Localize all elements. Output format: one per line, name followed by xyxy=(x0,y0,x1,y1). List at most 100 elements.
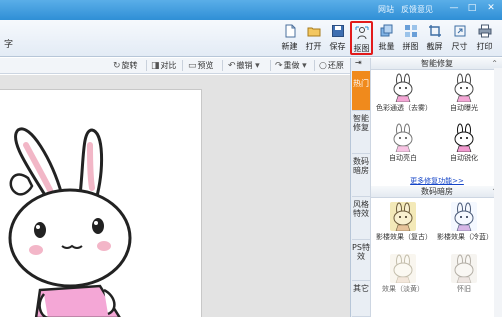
save-label: 保存 xyxy=(329,42,346,51)
tab-smart-repair[interactable]: 智能修复 xyxy=(352,112,370,154)
rotate-icon: ↻ xyxy=(113,61,121,71)
new-button[interactable]: 新建 xyxy=(278,21,301,55)
divider xyxy=(270,60,271,71)
effect-studio-vintage[interactable]: 影楼效果（复古） xyxy=(376,202,432,246)
compare-label: 对比 xyxy=(160,61,177,70)
effects-panel: 智能修复 ⌃ 色彩通透（去雾） 自动曝光 自动亮白 自动锐化 更多修复功能>> … xyxy=(370,58,502,317)
effect-thumbnail xyxy=(390,123,416,152)
print-button[interactable]: 打印 xyxy=(473,21,496,55)
effect-label: 自动锐化 xyxy=(450,154,478,162)
effect-auto-brighten[interactable]: 自动亮白 xyxy=(376,123,430,167)
chevron-down-icon[interactable]: ▾ xyxy=(255,61,260,71)
effect-label: 效果（淡黄） xyxy=(382,285,424,293)
compare-icon: ◨ xyxy=(151,61,160,71)
restore-label: 还原 xyxy=(327,61,344,70)
effect-thumbnail xyxy=(390,202,416,231)
tab-hot[interactable]: 热门 xyxy=(352,71,370,111)
title-bar: 网站 反馈意见 — □ ✕ xyxy=(0,0,502,20)
rotate-label: 旋转 xyxy=(121,61,138,70)
section-header-smart-repair[interactable]: 智能修复 ⌃ xyxy=(371,58,502,70)
cutout-label: 抠图 xyxy=(353,44,370,53)
preview-label: 预览 xyxy=(197,61,214,70)
effect-label: 色彩通透（去雾） xyxy=(376,104,432,112)
open-folder-icon xyxy=(307,27,320,37)
effect-label: 怀旧 xyxy=(457,285,471,293)
minimize-button[interactable]: — xyxy=(447,2,461,15)
cutout-icon xyxy=(355,26,368,40)
tab-other[interactable]: 其它 xyxy=(352,282,370,317)
effect-label: 自动亮白 xyxy=(389,154,417,162)
effect-nostalgia[interactable]: 怀旧 xyxy=(437,254,491,298)
batch-label: 批量 xyxy=(378,42,395,51)
compare-button[interactable]: ◨对比 xyxy=(151,60,177,71)
print-icon xyxy=(478,24,491,38)
divider xyxy=(146,60,147,71)
restore-icon: ○ xyxy=(319,61,327,71)
preview-icon: ▭ xyxy=(188,61,197,71)
collage-icon xyxy=(404,25,417,37)
website-link[interactable]: 网站 xyxy=(378,4,394,15)
effect-thumbnail xyxy=(451,123,477,152)
resize-icon xyxy=(454,25,465,37)
bunny-image xyxy=(8,127,132,317)
collage-label: 拼图 xyxy=(402,42,419,51)
divider xyxy=(314,60,315,71)
section-title: 智能修复 xyxy=(421,59,453,68)
new-label: 新建 xyxy=(281,42,298,51)
preview-button[interactable]: ▭预览 xyxy=(188,60,214,71)
effect-label: 自动曝光 xyxy=(450,104,478,112)
open-button[interactable]: 打开 xyxy=(302,21,325,55)
effect-auto-exposure[interactable]: 自动曝光 xyxy=(437,73,491,117)
rotate-button[interactable]: ↻旋转 xyxy=(113,60,138,71)
resize-label: 尺寸 xyxy=(451,42,468,51)
cutout-button[interactable]: 抠图 xyxy=(350,21,373,55)
chevron-down-icon[interactable]: ▾ xyxy=(302,61,307,71)
redo-button[interactable]: ↷重做 ▾ xyxy=(275,60,308,71)
effect-studio-cool-blue[interactable]: 影楼效果（冷蓝） xyxy=(437,202,493,246)
resize-button[interactable]: 尺寸 xyxy=(448,21,471,55)
more-repair-link[interactable]: 更多修复功能>> xyxy=(371,176,502,186)
batch-button[interactable]: 批量 xyxy=(375,21,398,55)
effect-label: 影楼效果（复古） xyxy=(376,233,432,241)
panel-scrollbar[interactable] xyxy=(494,68,502,317)
edit-toolbar: ↻旋转 ◨对比 ▭预览 ↶撤销 ▾ ↷重做 ▾ ○还原 xyxy=(0,58,350,74)
screenshot-icon xyxy=(428,25,441,37)
save-button[interactable]: 保存 xyxy=(326,21,349,55)
feedback-link[interactable]: 反馈意见 xyxy=(401,4,433,15)
effect-label: 影楼效果（冷蓝） xyxy=(437,233,493,241)
new-file-icon xyxy=(285,24,295,38)
ribbon-tab-fragment[interactable]: 字 xyxy=(4,37,13,50)
effect-defog[interactable]: 色彩通透（去雾） xyxy=(376,73,432,117)
effect-pale-yellow[interactable]: 效果（淡黄） xyxy=(376,254,430,298)
tab-digital-darkroom[interactable]: 数码暗房 xyxy=(352,155,370,197)
effect-thumbnail xyxy=(390,73,416,102)
collapse-arrow-icon[interactable]: ⇥ xyxy=(355,58,362,67)
print-label: 打印 xyxy=(476,42,493,51)
save-disk-icon xyxy=(331,25,344,37)
undo-label: 撤销 xyxy=(236,61,253,70)
effect-thumbnail xyxy=(451,254,477,283)
tab-ps-effects[interactable]: PS特效 xyxy=(352,241,370,281)
open-label: 打开 xyxy=(305,42,322,51)
canvas-area xyxy=(0,75,350,317)
divider xyxy=(182,60,183,71)
collage-button[interactable]: 拼图 xyxy=(399,21,422,55)
close-button[interactable]: ✕ xyxy=(484,2,498,15)
screenshot-button[interactable]: 截屏 xyxy=(423,21,446,55)
section-title: 数码暗房 xyxy=(421,187,453,196)
batch-icon xyxy=(380,24,392,37)
effect-thumbnail xyxy=(390,254,416,283)
redo-icon: ↷ xyxy=(275,61,283,71)
effect-thumbnail xyxy=(451,202,477,231)
maximize-button[interactable]: □ xyxy=(465,2,479,15)
restore-button[interactable]: ○还原 xyxy=(319,60,344,71)
redo-label: 重做 xyxy=(283,61,300,70)
effect-auto-sharpen[interactable]: 自动锐化 xyxy=(437,123,491,167)
image-canvas[interactable] xyxy=(0,89,202,317)
tab-style-effects[interactable]: 风格特效 xyxy=(352,198,370,240)
undo-icon: ↶ xyxy=(228,61,236,71)
effect-thumbnail xyxy=(451,73,477,102)
category-tabs: ⇥ 热门 智能修复 数码暗房 风格特效 PS特效 其它 xyxy=(350,58,370,317)
undo-button[interactable]: ↶撤销 ▾ xyxy=(228,60,261,71)
section-header-digital-darkroom[interactable]: 数码暗房 ⌃ xyxy=(371,186,502,198)
